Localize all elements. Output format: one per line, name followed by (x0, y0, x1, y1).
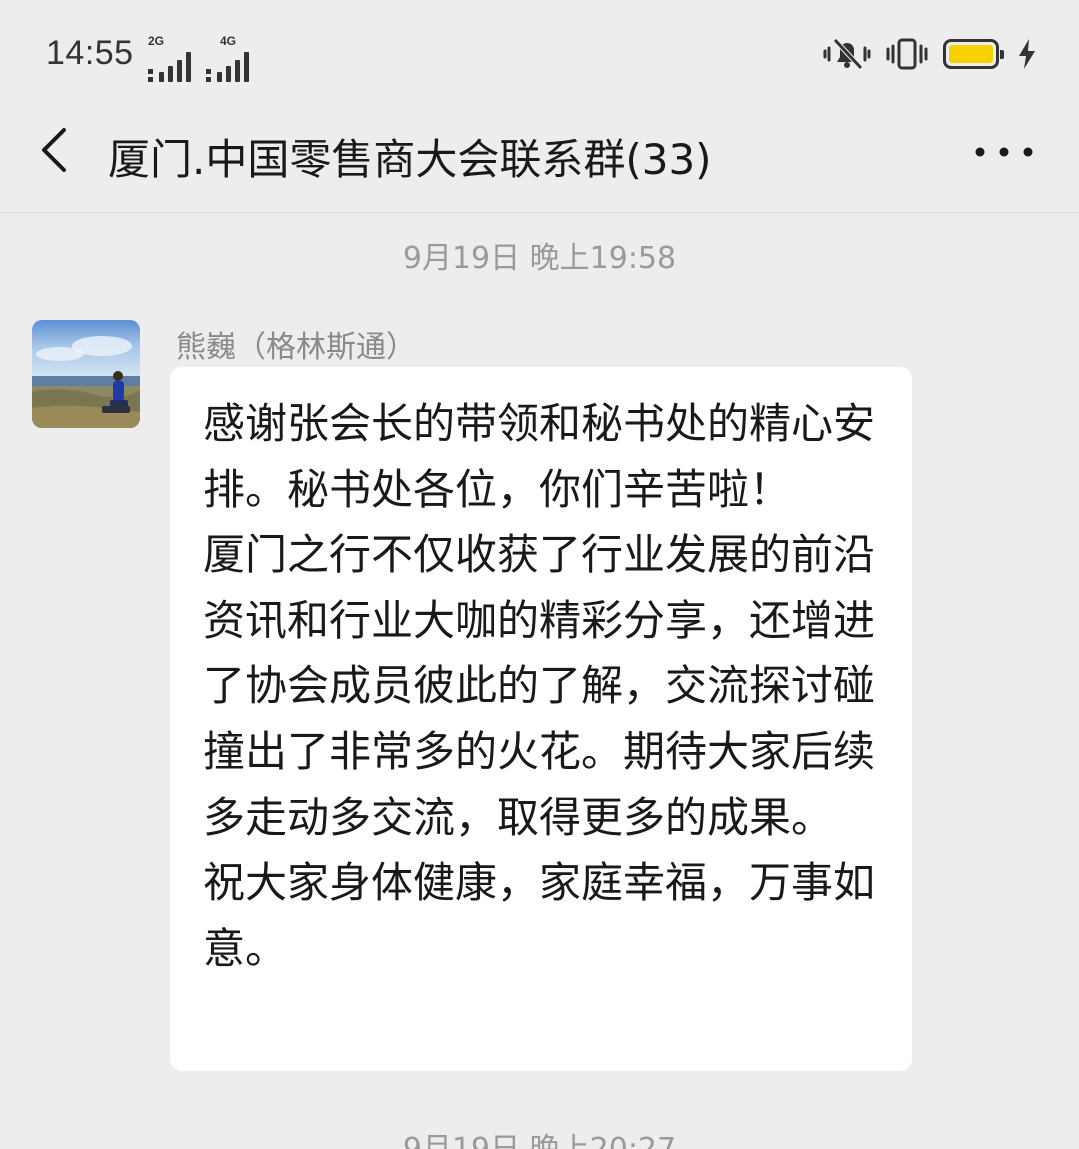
message-bubble[interactable]: 感谢张会长的带领和秘书处的精心安排。秘书处各位，你们辛苦啦！ 厦门之行不仅收获了… (170, 367, 912, 1071)
chat-title: 厦门.中国零售商大会联系群(33) (108, 135, 712, 184)
network-type-label: 2G (148, 34, 165, 48)
avatar[interactable] (32, 320, 140, 428)
sender-name: 熊巍（格林斯通） (176, 330, 416, 365)
signal-4g-icon: 4G (206, 34, 249, 82)
message-timestamp: 9月19日 晚上20:27 (0, 1124, 1079, 1149)
avatar-photo (32, 320, 140, 428)
more-dots-icon[interactable] (969, 132, 1039, 172)
chat-header: 厦门.中国零售商大会联系群(33) (0, 108, 1079, 214)
signal-2g-icon: 2G (148, 34, 191, 82)
vibrate-icon (886, 38, 928, 70)
chevron-left-icon[interactable] (30, 122, 86, 178)
status-time: 14:55 (46, 34, 134, 72)
mute-vibrate-icon (823, 38, 871, 70)
status-bar: 14:55 2G 4G (0, 0, 1079, 108)
message-timestamp: 9月19日 晚上19:58 (402, 241, 677, 276)
status-icons (823, 36, 1037, 72)
network-type-label: 4G (220, 34, 237, 48)
header-divider (0, 212, 1079, 213)
message-text: 感谢张会长的带领和秘书处的精心安排。秘书处各位，你们辛苦啦！ 厦门之行不仅收获了… (203, 399, 876, 973)
battery-icon (943, 39, 1004, 69)
charging-icon (1019, 39, 1035, 69)
